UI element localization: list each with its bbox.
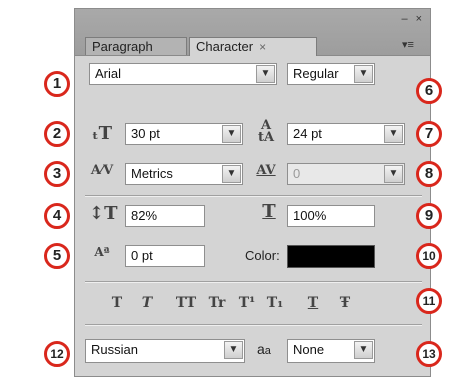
chevron-down-icon[interactable]: ▼ bbox=[224, 341, 243, 359]
subscript-button[interactable]: T₁ bbox=[263, 295, 287, 311]
color-swatch[interactable] bbox=[287, 245, 375, 268]
vertical-scale-input[interactable]: 82% bbox=[125, 205, 205, 227]
chevron-down-icon[interactable]: ▼ bbox=[384, 165, 403, 183]
font-style-value: Regular bbox=[293, 66, 339, 81]
callout-9: 9 bbox=[416, 203, 442, 229]
close-icon[interactable]: × bbox=[416, 13, 422, 25]
tracking-value: 0 bbox=[293, 166, 301, 181]
leading-value: 24 pt bbox=[293, 126, 322, 141]
tab-character[interactable]: Character × bbox=[189, 37, 317, 56]
callout-11: 11 bbox=[416, 288, 442, 314]
leading-input[interactable]: 24 pt ▼ bbox=[287, 123, 405, 145]
divider bbox=[85, 281, 422, 283]
kerning-select[interactable]: Metrics ▼ bbox=[125, 163, 243, 185]
underline-button[interactable]: T bbox=[301, 295, 325, 311]
divider bbox=[85, 195, 422, 197]
callout-3: 3 bbox=[44, 161, 70, 187]
faux-bold-button[interactable]: T bbox=[105, 295, 129, 311]
leading-icon: AtA bbox=[257, 118, 275, 145]
horizontal-scale-value: 100% bbox=[293, 208, 327, 223]
callout-4: 4 bbox=[44, 203, 70, 229]
baseline-shift-value: 0 pt bbox=[131, 248, 153, 263]
font-family-value: Arial bbox=[95, 66, 122, 81]
baseline-shift-input[interactable]: 0 pt bbox=[125, 245, 205, 267]
antialias-icon-a: a bbox=[257, 341, 265, 357]
callout-7: 7 bbox=[416, 121, 442, 147]
chevron-down-icon[interactable]: ▼ bbox=[354, 341, 373, 359]
all-caps-button[interactable]: TT bbox=[171, 295, 201, 311]
language-select[interactable]: Russian ▼ bbox=[85, 339, 245, 363]
character-panel: Paragraph Character × – × ▾≡ Arial ▼ Regula… bbox=[74, 8, 431, 377]
faux-italic-button[interactable]: T bbox=[135, 295, 159, 311]
callout-5: 5 bbox=[44, 243, 70, 269]
chevron-down-icon[interactable]: ▼ bbox=[354, 65, 373, 83]
small-caps-button[interactable]: Tr bbox=[205, 295, 229, 311]
tab-close-icon[interactable]: × bbox=[259, 40, 266, 54]
font-style-select[interactable]: Regular ▼ bbox=[287, 63, 375, 85]
font-size-icon: ₜT bbox=[91, 123, 113, 144]
vertical-scale-icon: ↕T bbox=[89, 203, 118, 224]
window-controls: – × bbox=[393, 13, 422, 25]
chevron-down-icon[interactable]: ▼ bbox=[256, 65, 275, 83]
font-size-value: 30 pt bbox=[131, 126, 160, 141]
tracking-input[interactable]: 0 ▼ bbox=[287, 163, 405, 185]
antialias-select[interactable]: None ▼ bbox=[287, 339, 375, 363]
color-label: Color: bbox=[245, 248, 280, 263]
minimize-icon[interactable]: – bbox=[401, 13, 407, 25]
callout-13: 13 bbox=[416, 341, 442, 367]
vertical-scale-value: 82% bbox=[131, 208, 158, 223]
antialias-icon-a-small: a bbox=[264, 345, 271, 357]
callout-8: 8 bbox=[416, 161, 442, 187]
callout-2: 2 bbox=[44, 121, 70, 147]
chevron-down-icon[interactable]: ▼ bbox=[222, 125, 241, 143]
divider bbox=[85, 324, 422, 326]
callout-1: 1 bbox=[44, 71, 70, 97]
tab-bar: Paragraph Character × – × ▾≡ bbox=[75, 9, 430, 56]
font-size-input[interactable]: 30 pt ▼ bbox=[125, 123, 243, 145]
callout-12: 12 bbox=[44, 341, 70, 367]
chevron-down-icon[interactable]: ▼ bbox=[222, 165, 241, 183]
tab-character-label: Character bbox=[196, 39, 254, 54]
language-value: Russian bbox=[91, 342, 138, 357]
horizontal-scale-input[interactable]: 100% bbox=[287, 205, 375, 227]
baseline-shift-icon: Aª bbox=[94, 245, 110, 259]
tab-paragraph-label: Paragraph bbox=[92, 39, 153, 54]
kerning-icon: A⁄V bbox=[90, 163, 114, 178]
horizontal-scale-icon: T bbox=[262, 201, 276, 222]
tracking-icon: AV bbox=[256, 163, 276, 178]
strikethrough-button[interactable]: Ŧ bbox=[333, 295, 357, 311]
kerning-value: Metrics bbox=[131, 166, 173, 181]
antialias-value: None bbox=[293, 342, 325, 357]
tab-paragraph[interactable]: Paragraph bbox=[85, 37, 187, 55]
chevron-down-icon[interactable]: ▼ bbox=[384, 125, 403, 143]
panel-menu-icon[interactable]: ▾≡ bbox=[394, 37, 422, 53]
callout-6: 6 bbox=[416, 78, 442, 104]
superscript-button[interactable]: T¹ bbox=[235, 295, 259, 311]
font-family-select[interactable]: Arial ▼ bbox=[89, 63, 277, 85]
antialias-icon: aa bbox=[257, 341, 271, 357]
callout-10: 10 bbox=[416, 243, 442, 269]
